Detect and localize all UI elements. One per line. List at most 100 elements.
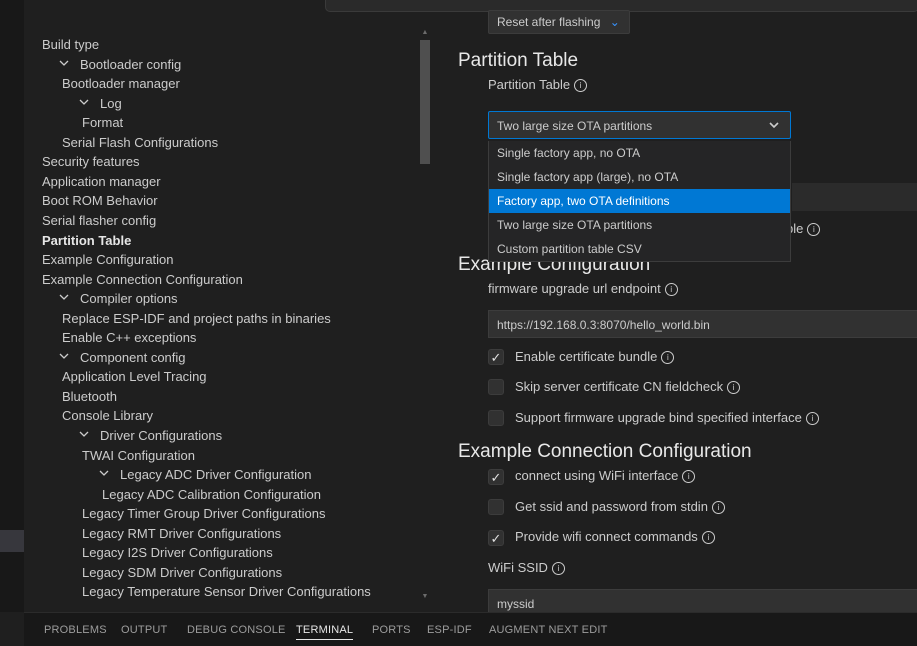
info-icon[interactable]: i	[682, 470, 696, 483]
tree-item-label: Legacy Timer Group Driver Configurations	[82, 506, 326, 522]
tree-item-label: Console Library	[62, 408, 154, 424]
info-icon[interactable]: i	[661, 351, 675, 364]
chevron-down-icon[interactable]	[59, 294, 69, 303]
fw-url-label-text: firmware upgrade url endpoint	[488, 281, 661, 296]
panel-tab[interactable]: DEBUG CONSOLE	[187, 624, 286, 636]
config-tree: Build type Bootloader config Bootloader ma…	[24, 30, 432, 605]
tree-item[interactable]: Security features	[42, 152, 140, 171]
dropdown-option[interactable]: Custom partition table CSV	[489, 237, 790, 261]
wifi-iface-checkbox[interactable]: ✓	[488, 469, 504, 485]
info-icon[interactable]: i	[807, 223, 821, 236]
wifi-ssid-input[interactable]: myssid	[488, 589, 917, 612]
ssid-stdin-checkbox[interactable]	[488, 499, 504, 515]
tree-item[interactable]: Serial flasher config	[42, 211, 156, 230]
partition-table-dropdown: Single factory app, no OTA Single factory…	[488, 141, 791, 262]
tree-item[interactable]: Component config	[59, 348, 186, 367]
tree-item[interactable]: Build type	[42, 35, 99, 54]
tree-item[interactable]: Log	[79, 94, 122, 113]
tree-item-label: Boot ROM Behavior	[42, 193, 158, 209]
skip-cn-checkbox[interactable]	[488, 379, 504, 395]
tree-item[interactable]: Legacy Timer Group Driver Configurations	[82, 504, 326, 523]
tree-item-label: Example Connection Configuration	[42, 271, 243, 287]
info-icon[interactable]: i	[551, 562, 565, 575]
fw-url-label: firmware upgrade url endpoint i	[488, 281, 678, 296]
dropdown-option[interactable]: Factory app, two OTA definitions	[489, 189, 790, 213]
info-icon[interactable]: i	[711, 501, 725, 514]
dropdown-option[interactable]: Single factory app, no OTA	[489, 141, 790, 165]
scroll-up-arrow-icon[interactable]: ▲	[420, 28, 430, 38]
panel-tab[interactable]: TERMINAL	[296, 624, 354, 640]
wifi-ssid-label-text: WiFi SSID	[488, 560, 548, 575]
scroll-down-arrow-icon[interactable]: ▼	[420, 592, 430, 602]
wifi-cmds-checkbox[interactable]: ✓	[488, 530, 504, 546]
chevron-down-icon[interactable]	[59, 353, 69, 362]
info-icon[interactable]: i	[664, 283, 678, 296]
info-icon[interactable]: i	[701, 531, 715, 544]
cert-bundle-label-text: Enable certificate bundle	[515, 349, 658, 364]
cert-bundle-checkbox[interactable]: ✓	[488, 349, 504, 365]
tree-item[interactable]: Application Level Tracing	[62, 367, 207, 386]
tree-item[interactable]: Format	[82, 113, 123, 132]
panel-tab[interactable]: PORTS	[372, 624, 411, 636]
tree-item-label: Bootloader manager	[62, 76, 180, 92]
tree-item[interactable]: Legacy SDM Driver Configurations	[82, 563, 282, 582]
wifi-cmds-label: Provide wifi connect commands i	[515, 529, 715, 544]
tree-item[interactable]: Bootloader config	[59, 55, 182, 74]
tree-item[interactable]: Driver Configurations	[79, 426, 223, 445]
panel-tab[interactable]: AUGMENT NEXT EDIT	[489, 624, 608, 636]
obscured-select-field[interactable]	[792, 183, 917, 211]
reset-after-flashing-select[interactable]: Reset after flashing ⌄	[488, 10, 630, 34]
panel-tab[interactable]: ESP-IDF	[427, 624, 472, 636]
tree-item[interactable]: Replace ESP-IDF and project paths in bin…	[62, 309, 331, 328]
tree-item[interactable]: Serial Flash Configurations	[62, 133, 218, 152]
cert-bundle-label: Enable certificate bundle i	[515, 349, 675, 364]
section-title-partition-table: Partition Table	[458, 50, 579, 71]
dropdown-option[interactable]: Two large size OTA partitions	[489, 213, 790, 237]
tree-item[interactable]: Compiler options	[59, 289, 178, 308]
checkmark-icon: ✓	[490, 470, 502, 485]
chevron-down-icon[interactable]	[99, 470, 109, 479]
tree-item-label: Legacy I2S Driver Configurations	[82, 545, 273, 561]
tree-item[interactable]: TWAI Configuration	[82, 446, 195, 465]
tree-item[interactable]: Legacy Temperature Sensor Driver Configu…	[82, 582, 371, 601]
tree-item-label: Serial Flash Configurations	[62, 134, 219, 150]
partition-table-select[interactable]: Two large size OTA partitions	[488, 111, 791, 139]
tree-item-label: Example Configuration	[42, 252, 174, 268]
tree-item[interactable]: Example Connection Configuration	[42, 270, 243, 289]
dropdown-option[interactable]: Single factory app (large), no OTA	[489, 165, 790, 189]
tree-item[interactable]: Legacy ADC Calibration Configuration	[102, 485, 321, 504]
tree-item-label: Legacy Temperature Sensor Driver Configu…	[82, 584, 371, 600]
panel-tab[interactable]: PROBLEMS	[44, 624, 107, 636]
chevron-down-icon[interactable]	[79, 99, 89, 108]
info-icon[interactable]: i	[805, 412, 819, 425]
tree-item[interactable]: Enable C++ exceptions	[62, 328, 196, 347]
checkmark-icon: ✓	[490, 350, 502, 365]
tree-item[interactable]: Example Configuration	[42, 250, 174, 269]
tree-item[interactable]: Application manager	[42, 172, 161, 191]
tree-item[interactable]: Legacy ADC Driver Configuration	[99, 465, 311, 484]
info-icon[interactable]: i	[727, 381, 741, 394]
tree-item[interactable]: Boot ROM Behavior	[42, 191, 158, 210]
chevron-down-icon: ⌄	[609, 15, 620, 29]
tree-scrollbar-thumb[interactable]	[420, 40, 430, 164]
fw-url-input[interactable]: https://192.168.0.3:8070/hello_world.bin	[488, 310, 917, 338]
tree-item[interactable]: Console Library	[62, 406, 153, 425]
tree-item[interactable]: Legacy RMT Driver Configurations	[82, 524, 281, 543]
tree-item-label: Application Level Tracing	[62, 369, 207, 385]
tree-item[interactable]: Bluetooth	[62, 387, 117, 406]
partition-select-value: Two large size OTA partitions	[497, 119, 653, 133]
tree-item[interactable]: Legacy I2S Driver Configurations	[82, 543, 273, 562]
bind-iface-checkbox[interactable]	[488, 410, 504, 426]
partition-table-label: Partition Table i	[488, 77, 588, 92]
chevron-down-icon[interactable]	[59, 60, 69, 69]
info-icon[interactable]: i	[574, 79, 588, 92]
checkmark-icon: ✓	[490, 531, 502, 546]
tree-item-label: Bootloader config	[80, 56, 182, 72]
obscured-checkbox-label: ble i	[786, 221, 821, 236]
tree-item-label: Driver Configurations	[100, 428, 223, 443]
bind-iface-label-text: Support firmware upgrade bind specified …	[515, 410, 802, 425]
panel-tab[interactable]: OUTPUT	[121, 624, 167, 636]
tree-item[interactable]: Bootloader manager	[62, 74, 180, 93]
chevron-down-icon[interactable]	[79, 431, 89, 440]
tree-item[interactable]: Partition Table	[42, 231, 131, 250]
